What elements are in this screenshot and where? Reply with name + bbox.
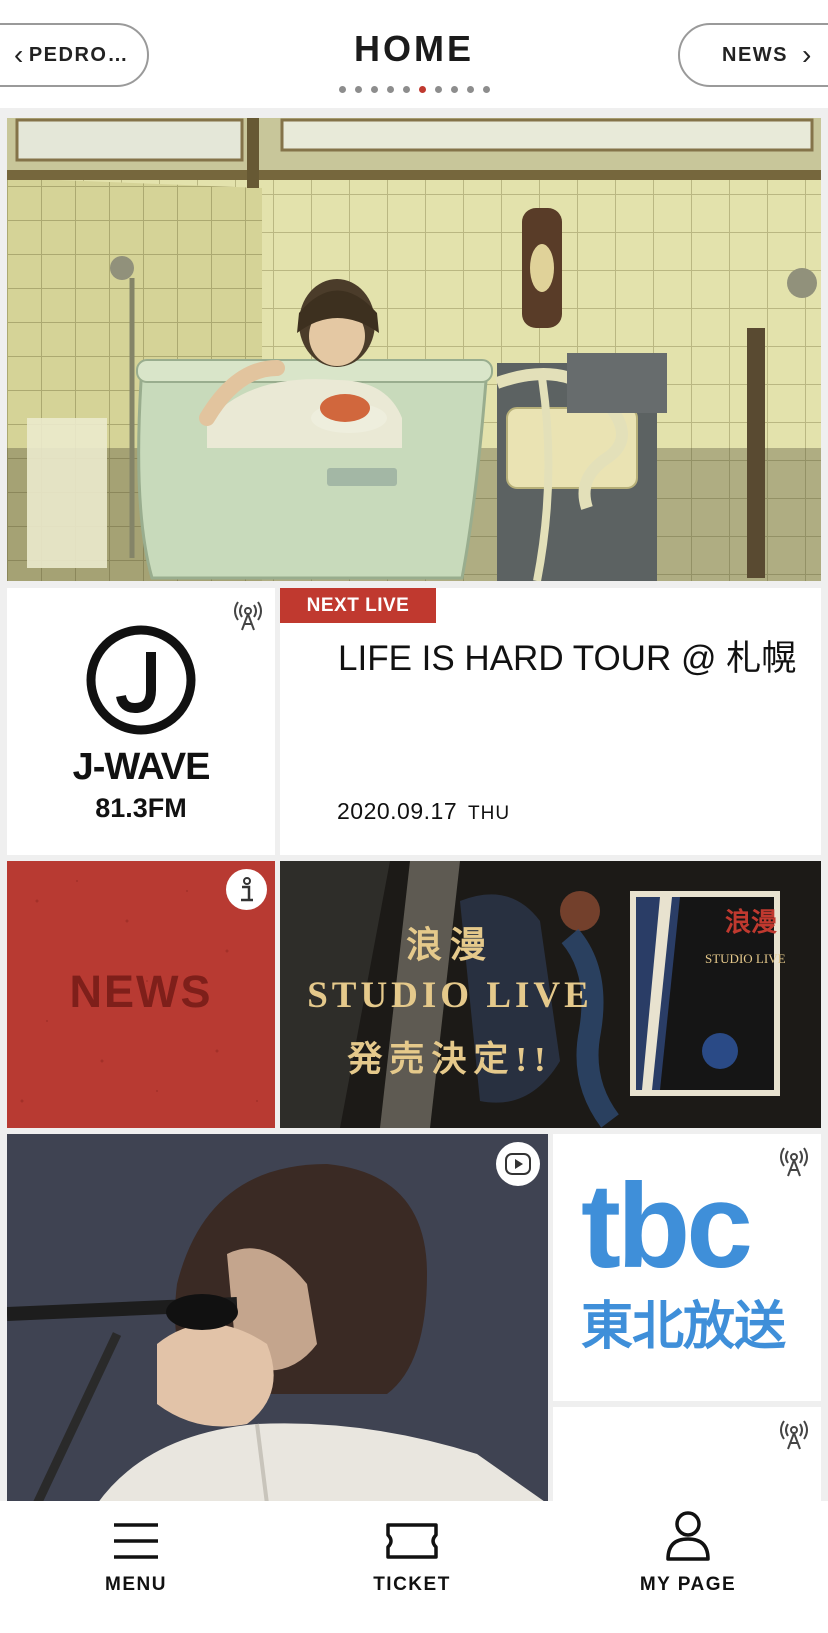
studio-announcement: 発売決定!! (347, 1040, 553, 1079)
next-live-tile[interactable]: NEXT LIVE LIFE IS HARD TOUR @ 札幌 2020.09… (280, 588, 821, 855)
info-icon (226, 869, 267, 910)
play-icon (496, 1142, 540, 1186)
live-video-thumbnail (7, 1134, 548, 1504)
radio-station-tile[interactable] (553, 1407, 821, 1507)
radio-broadcast-icon (234, 601, 262, 631)
news-tile[interactable]: NEWS (7, 861, 275, 1128)
live-date-value: 2020.09.17 (337, 798, 458, 824)
jwave-tile[interactable]: J-WAVE 81.3FM (7, 588, 275, 855)
page-indicator (0, 86, 828, 93)
ticket-icon (386, 1523, 438, 1559)
bathroom-photo (7, 118, 821, 581)
tab-menu[interactable]: MENU (46, 1521, 226, 1596)
record-title: 浪漫 (725, 907, 777, 937)
tab-ticket-label: TICKET (373, 1574, 451, 1595)
page-dot[interactable] (402, 86, 410, 93)
page-dot[interactable] (450, 86, 458, 93)
live-date: 2020.09.17 THU (337, 798, 510, 825)
hero-photo[interactable] (7, 118, 821, 581)
page-dot[interactable] (338, 86, 346, 93)
next-page-label: NEWS (722, 43, 788, 66)
radio-broadcast-icon (780, 1147, 808, 1177)
jwave-logo (86, 625, 196, 735)
bottom-tab-bar: MENU TICKET MY PAGE (0, 1501, 828, 1633)
studio-live-banner[interactable]: 浪漫 STUDIO LIVE 浪漫 STUDIO LIVE 発売決定!! (280, 861, 821, 1128)
tbc-logo: tbc (581, 1159, 753, 1293)
jwave-frequency: 81.3FM (95, 793, 187, 823)
live-video-tile[interactable] (7, 1134, 548, 1504)
tab-ticket[interactable]: TICKET (322, 1521, 502, 1596)
live-title: LIFE IS HARD TOUR @ 札幌 (338, 639, 797, 678)
tbc-tile[interactable]: tbc 東北放送 (553, 1134, 821, 1401)
next-live-badge: NEXT LIVE (280, 588, 436, 623)
page-dot[interactable] (370, 86, 378, 93)
live-day: THU (468, 803, 511, 824)
menu-icon (114, 1523, 158, 1559)
studio-heading: 浪漫 (405, 925, 494, 965)
tbc-subtitle: 東北放送 (581, 1298, 786, 1356)
page-dot[interactable] (434, 86, 442, 93)
page-dot[interactable] (354, 86, 362, 93)
page-dot[interactable] (386, 86, 394, 93)
chevron-right-icon: › (802, 39, 813, 70)
tab-menu-label: MENU (105, 1574, 167, 1595)
page-dot[interactable] (466, 86, 474, 93)
tab-my-page[interactable]: MY PAGE (598, 1511, 778, 1596)
radio-broadcast-icon (780, 1420, 808, 1450)
jwave-name: J-WAVE (72, 746, 211, 788)
studio-subheading: STUDIO LIVE (307, 975, 593, 1016)
top-header: ‹ PEDRO… HOME NEWS › (0, 0, 828, 108)
next-page-button[interactable]: NEWS › (678, 23, 828, 87)
record-label: STUDIO LIVE (705, 951, 786, 966)
news-label: NEWS (69, 966, 213, 1017)
page-dot[interactable] (482, 86, 490, 93)
tab-my-page-label: MY PAGE (639, 1574, 737, 1595)
user-icon (666, 1511, 710, 1561)
page-dot-active[interactable] (418, 86, 426, 93)
